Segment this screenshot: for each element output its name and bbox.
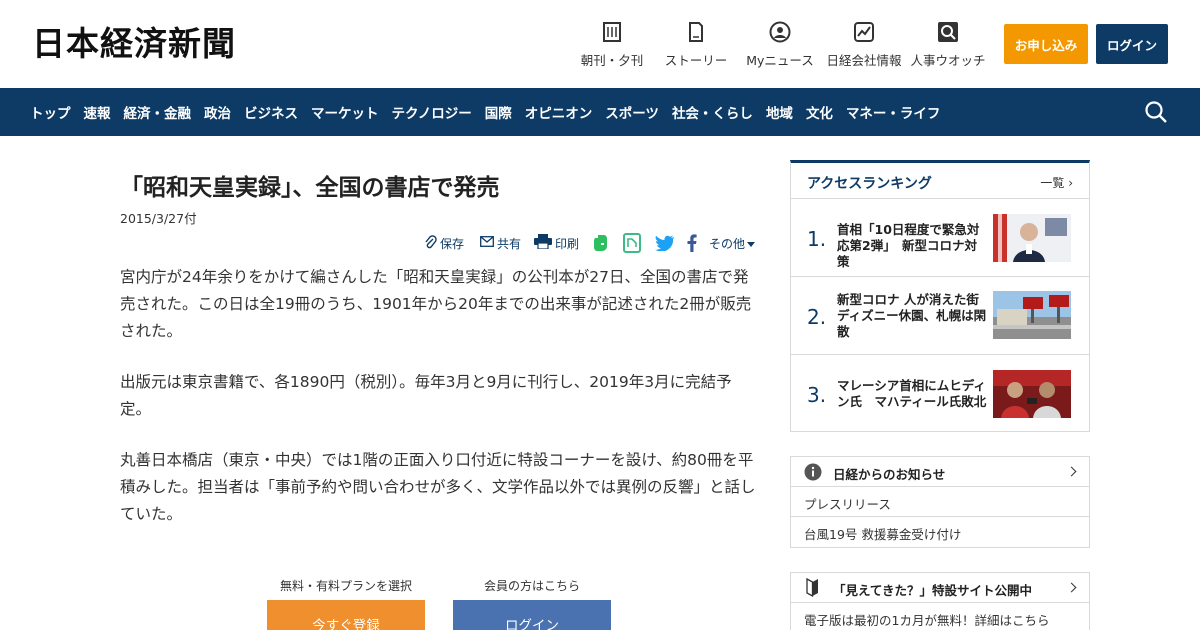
- chart-icon: [852, 20, 876, 44]
- user-icon: [768, 20, 792, 44]
- article-tools: 保存 共有 印刷 その他: [424, 232, 756, 254]
- nav-item-sports[interactable]: スポーツ: [605, 102, 659, 122]
- login-button[interactable]: ログイン: [1096, 24, 1168, 64]
- ranking-number: 2.: [807, 305, 827, 329]
- twitter-icon[interactable]: [655, 235, 675, 251]
- ranking-item[interactable]: 3. マレーシア首相にムヒディン氏 マハティール氏敗北: [791, 355, 1089, 433]
- nav-company-info[interactable]: 日経会社情報: [826, 20, 902, 69]
- facebook-icon[interactable]: [687, 234, 697, 252]
- notices-title: 日経からのお知らせ: [833, 467, 946, 482]
- ranking-title: アクセスランキング: [807, 176, 932, 192]
- nav-item-money-life[interactable]: マネー・ライフ: [846, 102, 941, 122]
- beginner-mark-icon: [806, 577, 819, 601]
- ranking-thumbnail: [993, 214, 1071, 262]
- nikkei-notices: 日経からのお知らせ プレスリリース 台風19号 救援募金受け付け: [790, 456, 1090, 548]
- article-paragraph: 出版元は東京書籍で、各1890円（税別）。毎年3月と9月に刊行し、2019年3月…: [120, 373, 732, 418]
- nav-item-international[interactable]: 国際: [485, 102, 512, 122]
- nav-item-business[interactable]: ビジネス: [244, 102, 298, 122]
- more-tools-button[interactable]: その他: [709, 235, 756, 252]
- subscribe-button[interactable]: お申し込み: [1004, 24, 1088, 64]
- chevron-right-icon: ›: [1068, 176, 1073, 190]
- article-title: 「昭和天皇実録」、全国の書店で発売: [120, 175, 500, 201]
- ranking-more-link[interactable]: 一覧 ›: [1040, 174, 1073, 191]
- caret-down-icon: [747, 236, 756, 250]
- ranking-item[interactable]: 2. 新型コロナ 人が消えた街 ディズニー休園、札幌は閑散: [791, 277, 1089, 355]
- ranking-headline: マレーシア首相にムヒディン氏 マハティール氏敗北: [837, 378, 987, 409]
- promo-header[interactable]: 「見えてきた？」特設サイト公開中: [791, 573, 1089, 603]
- nav-item-society[interactable]: 社会・くらし: [672, 102, 753, 122]
- document-icon: [684, 20, 708, 44]
- nav-label: ストーリー: [664, 53, 728, 68]
- member-label: 会員の方はこちら: [484, 579, 581, 593]
- nav-item-region[interactable]: 地域: [766, 102, 793, 122]
- nav-item-opinion[interactable]: オピニオン: [525, 102, 593, 122]
- magnifier-icon: [936, 20, 960, 44]
- notice-item[interactable]: プレスリリース: [791, 487, 1089, 517]
- member-login-button[interactable]: ログイン: [453, 600, 611, 630]
- ranking-item[interactable]: 1. 首相「10日程度で緊急対応第2弾」 新型コロナ対策: [791, 199, 1089, 277]
- ranking-header: アクセスランキング 一覧 ›: [791, 163, 1089, 199]
- ranking-headline: 新型コロナ 人が消えた街 ディズニー休園、札幌は閑散: [837, 292, 987, 339]
- register-button[interactable]: 今すぐ登録: [267, 600, 425, 630]
- article-paragraph: 宮内庁が24年余りをかけて編さんした「昭和天皇実録」の公刊本が27日、全国の書店…: [120, 268, 752, 340]
- promo-text[interactable]: 電子版は最初の1カ月が無料！詳細はこちら: [791, 603, 1089, 630]
- print-button[interactable]: 印刷: [534, 234, 579, 252]
- chevron-right-icon: [1066, 466, 1077, 477]
- nav-morning-evening[interactable]: 朝刊・夕刊: [580, 20, 644, 69]
- promo-title: 「見えてきた？」特設サイト公開中: [833, 583, 1033, 598]
- nav-item-politics[interactable]: 政治: [204, 102, 231, 122]
- paperclip-icon: [424, 234, 437, 252]
- category-navbar: トップ 速報 経済・金融 政治 ビジネス マーケット テクノロジー 国際 オピニ…: [0, 88, 1200, 136]
- nav-item-culture[interactable]: 文化: [806, 102, 833, 122]
- save-label: 保存: [440, 236, 465, 251]
- site-header: 日本経済新聞 朝刊・夕刊 ストーリー Myニュース 日経会社情報 人事ウオッチ …: [0, 0, 1200, 88]
- site-logo[interactable]: 日本経済新聞: [32, 24, 236, 64]
- share-button[interactable]: 共有: [480, 235, 521, 252]
- info-icon: [804, 463, 822, 485]
- more-label: その他: [709, 236, 746, 251]
- nav-item-technology[interactable]: テクノロジー: [392, 102, 472, 122]
- note-icon[interactable]: [623, 233, 642, 253]
- plan-select-label: 無料・有料プランを選択: [280, 579, 413, 593]
- nav-story[interactable]: ストーリー: [664, 20, 728, 69]
- nav-my-news[interactable]: Myニュース: [746, 20, 814, 69]
- nav-label: Myニュース: [746, 53, 814, 68]
- chevron-right-icon: [1066, 582, 1077, 593]
- access-ranking: アクセスランキング 一覧 › 1. 首相「10日程度で緊急対応第2弾」 新型コロ…: [790, 160, 1090, 432]
- mail-icon: [480, 236, 494, 250]
- nav-item-economy[interactable]: 経済・金融: [124, 102, 192, 122]
- nav-label: 人事ウオッチ: [910, 53, 986, 68]
- printer-icon: [534, 234, 553, 252]
- ranking-headline: 首相「10日程度で緊急対応第2弾」 新型コロナ対策: [837, 222, 980, 269]
- nav-item-breaking[interactable]: 速報: [84, 102, 111, 122]
- notice-item[interactable]: 台風19号 救援募金受け付け: [791, 517, 1089, 547]
- ranking-number: 1.: [807, 227, 827, 251]
- ranking-number: 3.: [807, 383, 827, 407]
- share-label: 共有: [497, 236, 522, 251]
- search-icon[interactable]: [1144, 100, 1168, 124]
- article-paragraph: 丸善日本橋店（東京・中央）では1階の正面入り口付近に特設コーナーを設け、約80冊…: [120, 451, 756, 523]
- article-date: 2015/3/27付: [120, 211, 197, 226]
- nav-personnel-watch[interactable]: 人事ウオッチ: [910, 20, 986, 69]
- notices-header[interactable]: 日経からのお知らせ: [791, 457, 1089, 487]
- newspaper-icon: [600, 20, 624, 44]
- nav-label: 朝刊・夕刊: [580, 53, 644, 68]
- evernote-icon[interactable]: [591, 234, 609, 252]
- save-button[interactable]: 保存: [424, 234, 465, 252]
- ranking-more-label: 一覧: [1040, 176, 1065, 190]
- promo-box: 「見えてきた？」特設サイト公開中 電子版は最初の1カ月が無料！詳細はこちら: [790, 572, 1090, 630]
- ranking-thumbnail: [993, 370, 1071, 418]
- nav-item-market[interactable]: マーケット: [311, 102, 379, 122]
- ranking-thumbnail: [993, 291, 1071, 339]
- nav-label: 日経会社情報: [826, 53, 902, 68]
- nav-item-top[interactable]: トップ: [30, 102, 71, 122]
- print-label: 印刷: [555, 236, 580, 251]
